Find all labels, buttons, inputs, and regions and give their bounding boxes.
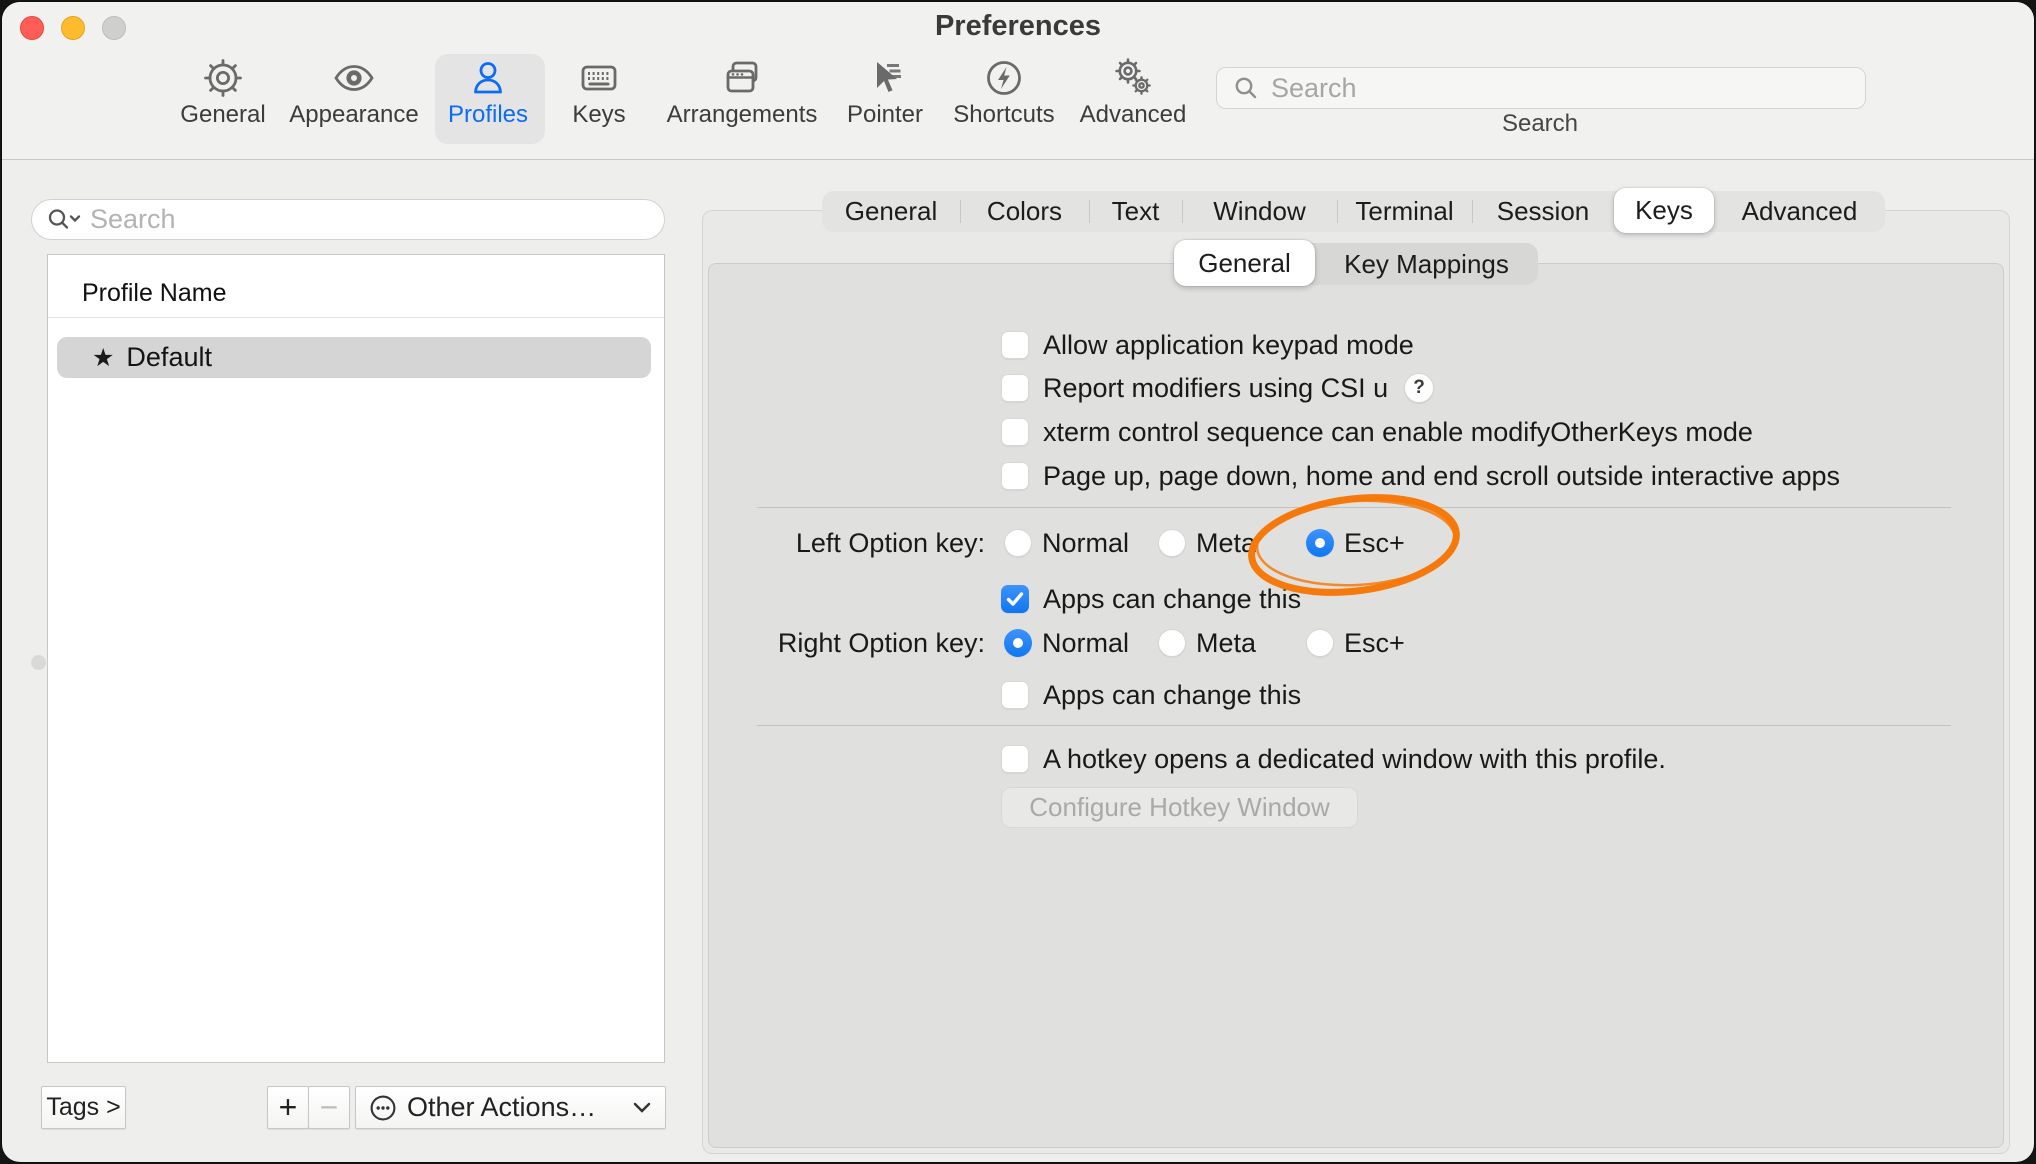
section-divider — [757, 725, 1951, 726]
toolbar-label: Keys — [572, 101, 625, 129]
cursor-icon — [863, 56, 907, 100]
radio-right-option-meta[interactable] — [1158, 629, 1186, 657]
splitter-handle-dot[interactable] — [31, 655, 46, 670]
toolbar-search-input[interactable] — [1269, 72, 1833, 105]
radio-label: Meta — [1196, 629, 1256, 657]
radio-label: Normal — [1042, 629, 1129, 657]
tab-session[interactable]: Session — [1472, 191, 1614, 232]
toolbar-search-field[interactable] — [1216, 67, 1866, 109]
left-option-key-label: Left Option key: — [702, 529, 985, 557]
radio-label: Meta — [1196, 529, 1256, 557]
radio-right-option-esc[interactable] — [1306, 629, 1334, 657]
ellipsis-circle-icon — [369, 1094, 397, 1122]
toolbar-item-advanced[interactable]: Advanced — [1053, 56, 1213, 129]
tab-terminal[interactable]: Terminal — [1337, 191, 1472, 232]
toolbar-label: Shortcuts — [953, 101, 1054, 129]
checkbox-label: Allow application keypad mode — [1043, 331, 1414, 359]
profile-tab-bar: General Colors Text Window Terminal Sess… — [822, 191, 1885, 232]
subtab-key-mappings[interactable]: Key Mappings — [1315, 244, 1538, 285]
subtab-general[interactable]: General — [1174, 240, 1315, 286]
profile-list: Profile Name ★ Default — [47, 254, 665, 1063]
radio-right-option-normal[interactable] — [1004, 629, 1032, 657]
bolt-icon — [982, 56, 1026, 100]
radio-left-option-meta[interactable] — [1158, 529, 1186, 557]
windows-icon — [720, 56, 764, 100]
remove-profile-button[interactable]: − — [308, 1086, 350, 1129]
profile-search-input[interactable] — [88, 203, 632, 236]
chevron-down-icon — [633, 1102, 651, 1113]
titlebar: Preferences General Appearance — [2, 2, 2034, 160]
other-actions-dropdown[interactable]: Other Actions… — [355, 1086, 666, 1129]
list-header-divider — [48, 317, 664, 318]
person-icon — [466, 56, 510, 100]
radio-label: Esc+ — [1344, 529, 1405, 557]
keys-subtab-bar: General Key Mappings — [1174, 243, 1538, 285]
gears-icon — [1111, 56, 1155, 100]
checkbox-scroll-outside-apps[interactable] — [1001, 462, 1029, 490]
window-title: Preferences — [2, 10, 2034, 43]
toolbar-label: General — [180, 101, 265, 129]
checkbox-label: A hotkey opens a dedicated window with t… — [1043, 745, 1666, 773]
gear-icon — [201, 56, 245, 100]
tags-button-label: Tags > — [46, 1093, 120, 1122]
tab-advanced[interactable]: Advanced — [1714, 191, 1885, 232]
configure-hotkey-window-button[interactable]: Configure Hotkey Window — [1001, 787, 1358, 828]
profile-search-field[interactable] — [31, 199, 665, 240]
radio-label: Normal — [1042, 529, 1129, 557]
toolbar-label: Pointer — [847, 101, 923, 129]
eye-icon — [332, 56, 376, 100]
checkbox-label: Apps can change this — [1043, 681, 1301, 709]
configure-hotkey-label: Configure Hotkey Window — [1029, 792, 1330, 823]
right-option-key-label: Right Option key: — [702, 629, 985, 657]
check-icon — [1001, 585, 1029, 613]
plus-icon: + — [279, 1089, 298, 1126]
checkbox-left-apps-can-change[interactable] — [1001, 585, 1029, 613]
tab-text[interactable]: Text — [1089, 191, 1182, 232]
radio-left-option-esc[interactable] — [1306, 529, 1334, 557]
search-menu-icon[interactable] — [46, 207, 84, 233]
toolbar-label: Appearance — [289, 101, 418, 129]
question-mark-icon: ? — [1413, 377, 1425, 399]
tab-general[interactable]: General — [822, 191, 960, 232]
star-icon: ★ — [92, 343, 114, 373]
profile-row-default[interactable]: ★ Default — [57, 337, 651, 378]
checkbox-label: Page up, page down, home and end scroll … — [1043, 462, 1840, 490]
radio-left-option-normal[interactable] — [1004, 529, 1032, 557]
checkbox-hotkey-window[interactable] — [1001, 745, 1029, 773]
toolbar-label: Advanced — [1080, 101, 1187, 129]
checkbox-right-apps-can-change[interactable] — [1001, 681, 1029, 709]
checkbox-label: xterm control sequence can enable modify… — [1043, 418, 1753, 446]
checkbox-keypad-mode[interactable] — [1001, 331, 1029, 359]
toolbar-search-caption: Search — [1216, 110, 1864, 138]
toolbar-item-arrangements[interactable]: Arrangements — [662, 56, 822, 129]
keyboard-icon — [577, 56, 621, 100]
checkbox-modify-other-keys[interactable] — [1001, 418, 1029, 446]
toolbar-label: Profiles — [448, 101, 528, 129]
checkbox-csi-u[interactable] — [1001, 374, 1029, 402]
help-button[interactable]: ? — [1404, 373, 1434, 403]
tab-keys[interactable]: Keys — [1614, 188, 1714, 233]
preferences-window: Preferences General Appearance — [2, 2, 2034, 1162]
other-actions-label: Other Actions… — [407, 1092, 596, 1123]
toolbar-item-keys[interactable]: Keys — [519, 56, 679, 129]
minus-icon: − — [320, 1089, 339, 1126]
tags-button[interactable]: Tags > — [41, 1086, 126, 1129]
search-icon — [1233, 75, 1259, 101]
tab-colors[interactable]: Colors — [960, 191, 1089, 232]
radio-label: Esc+ — [1344, 629, 1405, 657]
checkbox-label: Apps can change this — [1043, 585, 1301, 613]
profile-name: Default — [126, 342, 212, 373]
checkbox-label: Report modifiers using CSI u — [1043, 374, 1388, 402]
section-divider — [757, 507, 1951, 508]
toolbar-label: Arrangements — [667, 101, 818, 129]
profile-list-header: Profile Name — [82, 279, 227, 308]
tab-window[interactable]: Window — [1182, 191, 1337, 232]
add-profile-button[interactable]: + — [267, 1086, 309, 1129]
